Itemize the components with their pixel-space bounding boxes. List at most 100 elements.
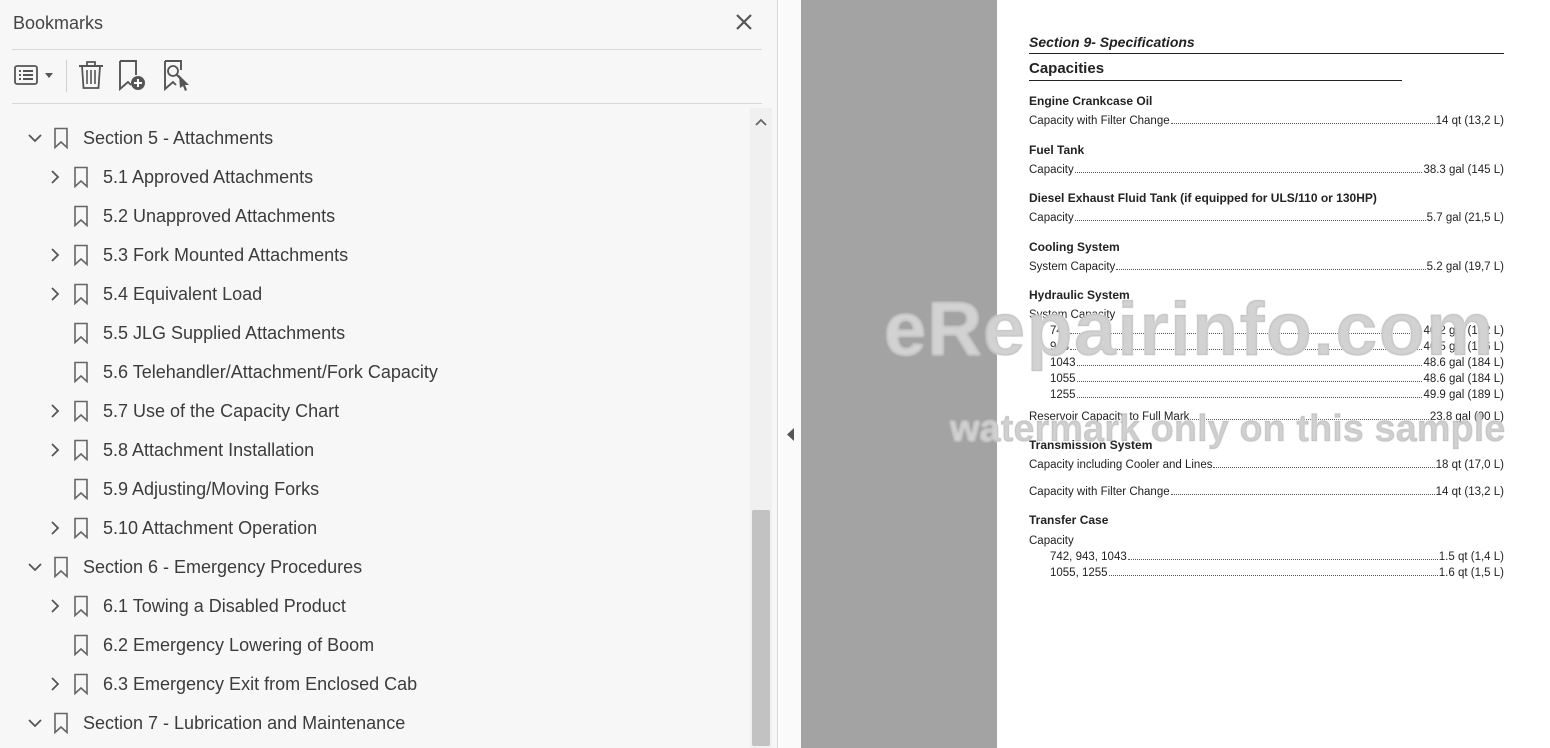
bookmark-icon [73,400,89,423]
bookmark-icon [73,205,89,228]
chevron-right-icon[interactable] [46,402,64,420]
chevron-right-icon[interactable] [46,168,64,186]
bookmark-icon [73,595,89,618]
bookmark-item[interactable]: 5.8 Attachment Installation [0,431,748,470]
options-menu-icon[interactable] [12,58,58,92]
bookmark-item[interactable]: 6.2 Emergency Lowering of Boom [0,626,748,665]
transmission-value-2: 14 qt (13,2 L) [1435,486,1504,498]
section-rule [1029,53,1504,54]
bookmark-icon [73,361,89,384]
bookmark-label: Section 7 - Lubrication and Maintenance [83,713,406,733]
bookmark-search-icon[interactable] [160,58,194,92]
fuel-value: 38.3 gal (145 L) [1423,164,1504,176]
bookmark-label: 5.6 Telehandler/Attachment/Fork Capacity [103,362,438,382]
bookmarks-toolbar [0,52,778,102]
bookmark-icon [73,478,89,501]
transfer-row-model: 1055, 1255 [1050,567,1108,579]
chevron-down-icon[interactable] [26,714,44,732]
cooling-title: Cooling System [1029,240,1120,254]
fuel-title: Fuel Tank [1029,143,1085,157]
add-bookmark-icon[interactable] [116,58,150,92]
bookmark-icon [53,556,69,579]
watermark-main: eRepairinfo.com [884,287,1495,372]
bookmark-item[interactable]: 6.1 Towing a Disabled Product [0,587,748,626]
bookmark-label: 5.5 JLG Supplied Attachments [103,323,346,343]
dot-leader [1074,220,1426,221]
bookmark-item[interactable]: 5.7 Use of the Capacity Chart [0,392,748,431]
bookmark-item[interactable]: 5.1 Approved Attachments [0,158,748,197]
bookmark-item[interactable]: 5.9 Adjusting/Moving Forks [0,470,748,509]
bookmark-icon [73,673,89,696]
header-divider [12,49,762,50]
toolbar-separator [66,60,67,92]
dot-leader [1116,269,1426,270]
dot-leader [1170,123,1435,124]
chevron-down-icon[interactable] [26,558,44,576]
bookmark-label: 5.8 Attachment Installation [103,440,315,460]
panel-collapse-handle[interactable] [779,0,801,748]
close-icon[interactable] [730,8,758,36]
transfer-sub: Capacity [1029,535,1074,547]
bookmark-item[interactable]: 6.3 Emergency Exit from Enclosed Cab [0,665,748,704]
watermark-sub: watermark only on this sample [950,408,1506,450]
bookmark-label: 5.9 Adjusting/Moving Forks [103,479,320,499]
scrollbar-thumb[interactable] [752,510,770,746]
bookmark-icon [73,244,89,267]
bookmark-item[interactable]: 5.10 Attachment Operation [0,509,748,548]
bookmark-item[interactable]: Section 6 - Emergency Procedures [0,548,748,587]
bookmark-item[interactable]: 5.6 Telehandler/Attachment/Fork Capacity [0,353,748,392]
bookmark-item[interactable]: 5.5 JLG Supplied Attachments [0,314,748,353]
transfer-row-model: 742, 943, 1043 [1050,551,1127,563]
chevron-right-icon[interactable] [46,285,64,303]
hydraulic-row-model: 1255 [1050,389,1076,401]
hydraulic-row-model: 1055 [1050,373,1076,385]
def-label: Capacity [1029,212,1074,224]
fuel-label: Capacity [1029,164,1074,176]
bookmark-item[interactable]: 5.3 Fork Mounted Attachments [0,236,748,275]
bookmark-icon [73,322,89,345]
hydraulic-row-value: 49.9 gal (189 L) [1423,389,1504,401]
document-page: Section 9- Specifications Capacities Eng… [997,0,1550,748]
bookmark-item[interactable]: Section 5 - Attachments [0,119,748,158]
bookmark-label: 6.3 Emergency Exit from Enclosed Cab [103,674,418,694]
transfer-row-value: 1.6 qt (1,5 L) [1438,567,1504,579]
bookmark-item[interactable]: Section 7 - Lubrication and Maintenance [0,704,748,743]
dot-leader [1076,381,1423,382]
bookmarks-panel: Bookmarks Section 5 - Attachments 5.1 Ap… [0,0,778,748]
chevron-down-icon[interactable] [26,129,44,147]
transmission-value-1: 18 qt (17,0 L) [1435,459,1504,471]
dot-leader [1076,397,1423,398]
bookmark-icon [73,439,89,462]
bookmark-icon [73,283,89,306]
dot-leader [1127,559,1438,560]
scroll-up-button[interactable] [750,112,772,132]
bookmark-tree: Section 5 - Attachments 5.1 Approved Atta… [0,108,750,748]
bookmark-label: 6.2 Emergency Lowering of Boom [103,635,375,655]
bookmark-label: 5.1 Approved Attachments [103,167,314,187]
transmission-label-2: Capacity with Filter Change [1029,486,1170,498]
def-value: 5.7 gal (21,5 L) [1426,212,1504,224]
chevron-right-icon[interactable] [46,519,64,537]
bookmark-label: 5.3 Fork Mounted Attachments [103,245,349,265]
bookmark-item[interactable]: 5.2 Unapproved Attachments [0,197,748,236]
section-title: Section 9- Specifications [1029,34,1195,50]
scrollbar[interactable] [750,108,772,748]
bookmark-item[interactable]: 5.4 Equivalent Load [0,275,748,314]
transfer-title: Transfer Case [1029,513,1109,527]
document-background [801,0,997,748]
collapse-triangle-icon [787,428,794,441]
dot-leader [1108,575,1438,576]
heading-rule [1029,80,1402,81]
bookmark-icon [53,127,69,150]
chevron-right-icon[interactable] [46,246,64,264]
chevron-right-icon[interactable] [46,675,64,693]
engine-label: Capacity with Filter Change [1029,115,1170,127]
dot-leader [1170,494,1435,495]
bookmark-label: 6.1 Towing a Disabled Product [103,596,346,616]
engine-value: 14 qt (13,2 L) [1435,115,1504,127]
bookmark-label: 5.2 Unapproved Attachments [103,206,336,226]
dot-leader [1213,467,1435,468]
chevron-right-icon[interactable] [46,441,64,459]
chevron-right-icon[interactable] [46,597,64,615]
trash-icon[interactable] [76,58,106,92]
